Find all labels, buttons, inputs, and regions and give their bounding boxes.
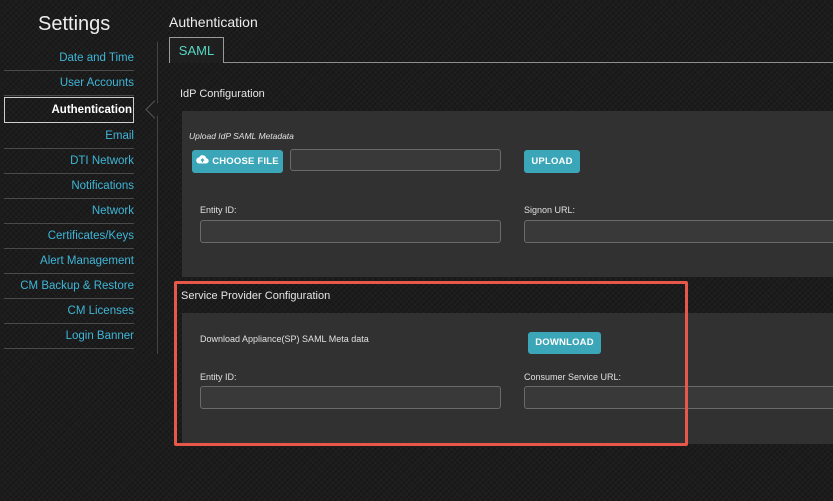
sidebar-item-email[interactable]: Email <box>4 124 134 149</box>
choose-file-button[interactable]: CHOOSE FILE <box>192 150 283 173</box>
signon-url-field[interactable] <box>524 220 833 243</box>
choose-file-label: CHOOSE FILE <box>212 156 279 167</box>
sidebar-active-pointer <box>145 100 164 119</box>
sidebar-item-authentication[interactable]: Authentication <box>4 97 134 123</box>
sidebar-item-cm-backup-restore[interactable]: CM Backup & Restore <box>4 274 134 299</box>
sidebar-item-network[interactable]: Network <box>4 199 134 224</box>
settings-sidebar: Date and Time User Accounts Authenticati… <box>4 46 134 349</box>
sidebar-item-login-banner[interactable]: Login Banner <box>4 324 134 349</box>
idp-entity-id-field[interactable] <box>200 220 501 243</box>
signon-url-label: Signon URL: <box>524 205 576 215</box>
sidebar-item-user-accounts[interactable]: User Accounts <box>4 71 134 96</box>
highlight-annotation-box <box>174 281 688 446</box>
upload-idp-metadata-label: Upload IdP SAML Metadata <box>189 131 294 141</box>
tab-saml[interactable]: SAML <box>169 37 224 63</box>
sidebar-item-certificates-keys[interactable]: Certificates/Keys <box>4 224 134 249</box>
sidebar-item-alert-management[interactable]: Alert Management <box>4 249 134 274</box>
idp-section-heading: IdP Configuration <box>180 88 265 100</box>
file-name-field[interactable] <box>290 149 501 171</box>
sidebar-item-dti-network[interactable]: DTI Network <box>4 149 134 174</box>
upload-button[interactable]: UPLOAD <box>524 150 580 173</box>
sidebar-item-date-and-time[interactable]: Date and Time <box>4 46 134 71</box>
settings-title: Settings <box>38 13 111 35</box>
idp-entity-id-label: Entity ID: <box>200 205 237 215</box>
cloud-upload-icon <box>196 150 209 173</box>
sidebar-divider <box>157 42 158 354</box>
tab-underline <box>224 62 833 63</box>
sidebar-item-notifications[interactable]: Notifications <box>4 174 134 199</box>
sidebar-item-cm-licenses[interactable]: CM Licenses <box>4 299 134 324</box>
page-title: Authentication <box>169 14 258 30</box>
